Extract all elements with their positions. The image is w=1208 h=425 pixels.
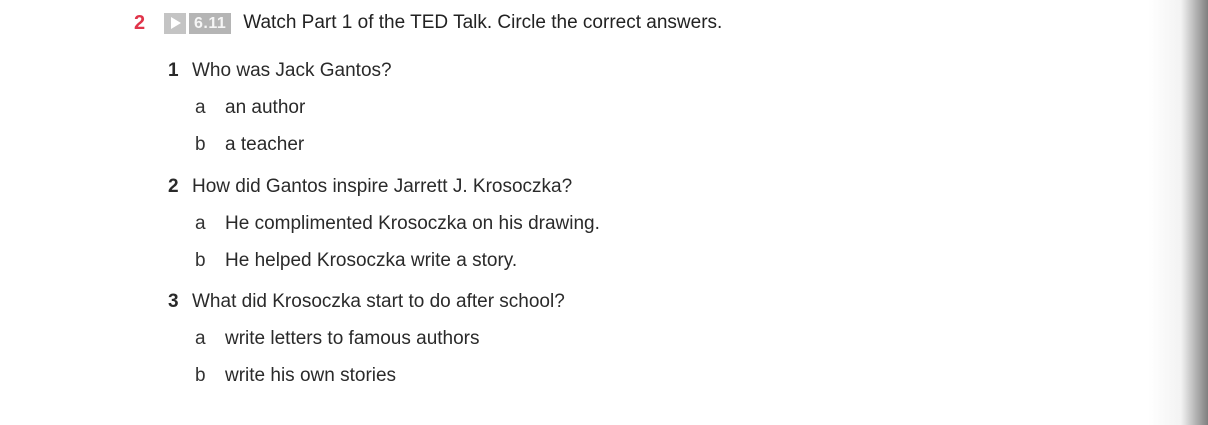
exercise-instruction: Watch Part 1 of the TED Talk. Circle the… (243, 12, 723, 33)
question-3: 3 What did Krosoczka start to do after s… (168, 290, 565, 314)
option-text: write letters to famous authors (225, 328, 480, 349)
play-icon[interactable] (164, 12, 186, 34)
question-number: 3 (168, 291, 179, 312)
option-letter: a (195, 97, 206, 118)
exercise-number: 2 (134, 11, 146, 34)
option-letter: a (195, 328, 206, 349)
option-text: an author (225, 97, 306, 118)
page-edge-shadow (1148, 0, 1208, 425)
option-text: a teacher (225, 134, 305, 155)
option-text: He complimented Krosoczka on his drawing… (225, 213, 600, 234)
question-number: 1 (168, 60, 179, 81)
question-2-option-a[interactable]: a He complimented Krosoczka on his drawi… (195, 212, 600, 236)
question-text: Who was Jack Gantos? (192, 60, 392, 81)
option-letter: b (195, 134, 206, 155)
question-text: What did Krosoczka start to do after sch… (192, 291, 565, 312)
option-text: He helped Krosoczka write a story. (225, 250, 518, 271)
question-1-option-a[interactable]: a an author (195, 96, 305, 120)
question-1-option-b[interactable]: b a teacher (195, 133, 304, 157)
exercise-header: 2 6.11 Watch Part 1 of the TED Talk. Cir… (134, 8, 722, 38)
question-number: 2 (168, 176, 179, 197)
option-letter: a (195, 213, 206, 234)
question-3-option-a[interactable]: a write letters to famous authors (195, 327, 480, 351)
option-letter: b (195, 250, 206, 271)
question-2: 2 How did Gantos inspire Jarrett J. Kros… (168, 175, 572, 199)
question-1: 1 Who was Jack Gantos? (168, 59, 392, 83)
option-text: write his own stories (225, 365, 397, 386)
video-code-badge[interactable]: 6.11 (189, 12, 232, 34)
question-2-option-b[interactable]: b He helped Krosoczka write a story. (195, 249, 517, 273)
option-letter: b (195, 365, 206, 386)
question-text: How did Gantos inspire Jarrett J. Krosoc… (192, 176, 573, 197)
question-3-option-b[interactable]: b write his own stories (195, 364, 396, 388)
